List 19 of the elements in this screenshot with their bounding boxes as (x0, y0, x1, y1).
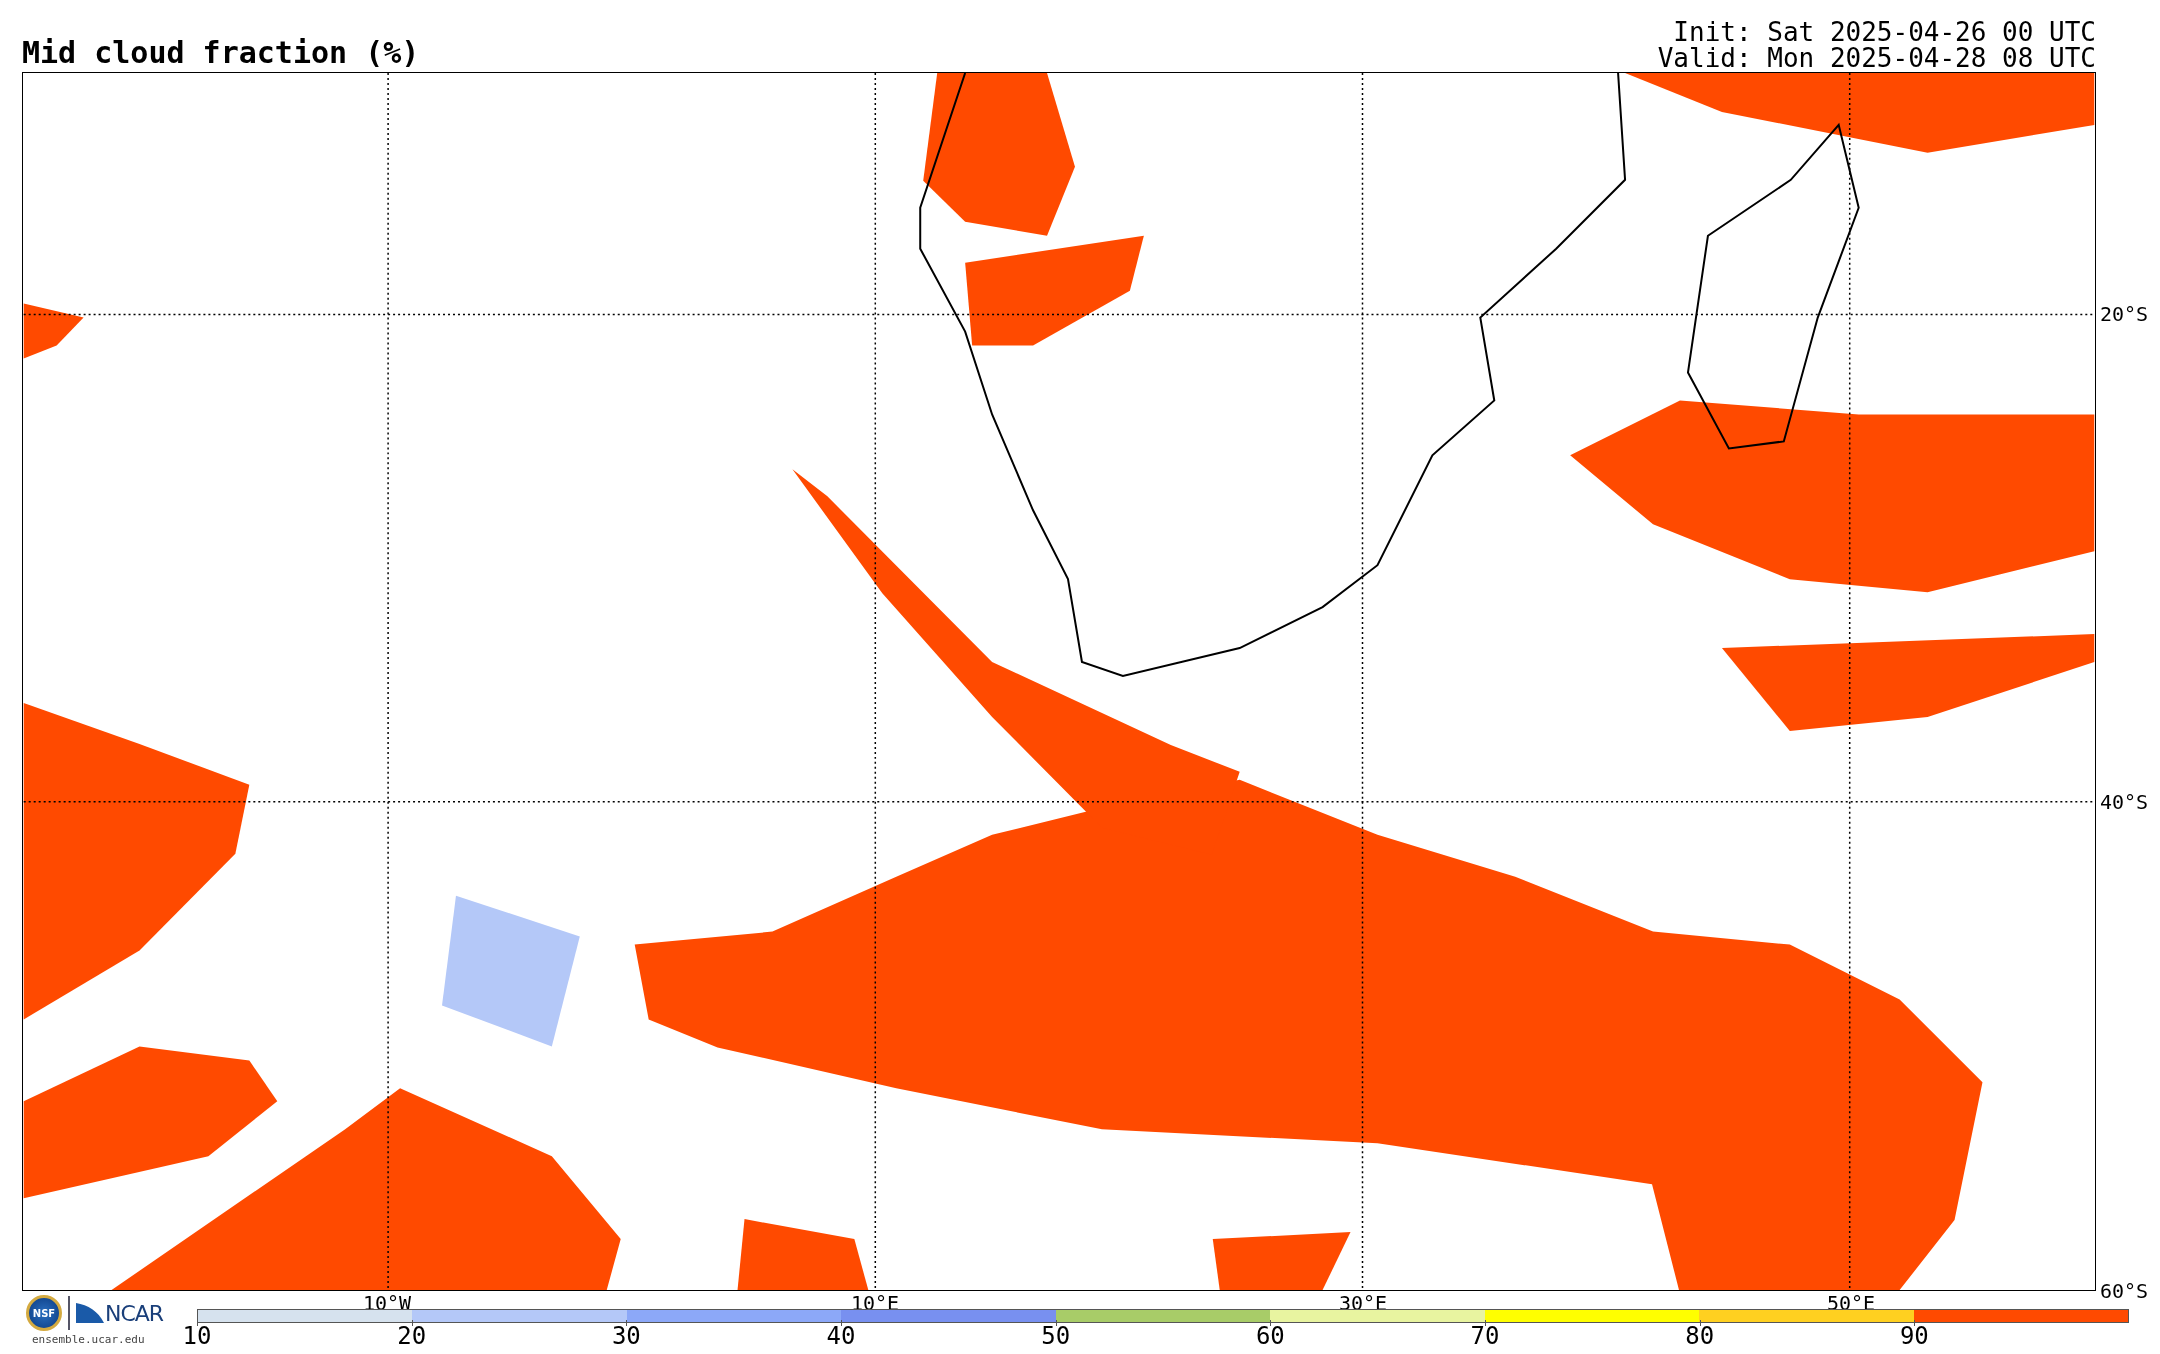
latitude-label: 60°S (2100, 1281, 2149, 1301)
scale-label: 80 (1685, 1324, 1715, 1348)
chart-title: Mid cloud fraction (%) (22, 36, 420, 72)
scale-label: 20 (397, 1324, 427, 1348)
scale-label: 70 (1470, 1324, 1500, 1348)
valid-time: Valid: Mon 2025-04-28 08 UTC (1657, 45, 2096, 71)
scale-label: 60 (1255, 1324, 1285, 1348)
scale-label: 90 (1899, 1324, 1929, 1348)
latitude-label: 40°S (2100, 792, 2149, 812)
init-time: Init: Sat 2025-04-26 00 UTC (1673, 19, 2096, 45)
latitude-label: 20°S (2100, 304, 2149, 324)
swoosh-icon (76, 1303, 104, 1323)
site-url: ensemble.ucar.edu (31, 1333, 145, 1346)
globe-logo: NSF (26, 1295, 62, 1331)
scale-label: 40 (826, 1324, 856, 1348)
scale-label: 10 (182, 1324, 212, 1348)
scale-label: 50 (1041, 1324, 1071, 1348)
logo-name: NCAR (105, 1300, 164, 1326)
scale-label: 30 (611, 1324, 641, 1348)
